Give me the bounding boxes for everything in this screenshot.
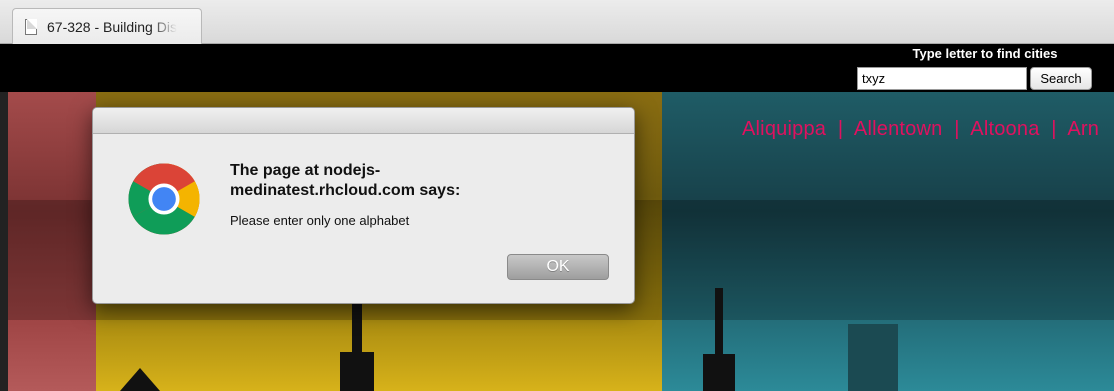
dialog-titlebar [93,108,634,134]
dialog-title: The page at nodejs-medinatest.rhcloud.co… [230,162,461,199]
spire-silhouette [703,354,735,391]
city-links: Aliquippa | Allentown | Altoona | Arn [742,118,1105,141]
spire-silhouette [340,352,374,391]
search-button[interactable]: Search [1030,67,1092,90]
browser-tab-strip: 67-328 - Building Dis [0,0,1114,44]
search-input[interactable] [857,67,1027,90]
page-header: Type letter to find cities Search [0,44,1114,92]
building-silhouette [848,324,898,391]
document-icon [25,18,37,35]
city-separator: | [954,118,960,140]
alert-dialog: The page at nodejs-medinatest.rhcloud.co… [92,107,635,304]
chrome-icon [128,163,200,235]
city-link[interactable]: Altoona [970,118,1039,140]
search-hint: Type letter to find cities [912,46,1058,61]
city-separator: | [1051,118,1057,140]
city-link[interactable]: Arn [1067,118,1099,140]
city-separator: | [837,118,844,140]
city-link[interactable]: Aliquippa [742,118,826,140]
tab-title: 67-328 - Building Dis [47,18,177,35]
browser-tab[interactable]: 67-328 - Building Dis [12,8,202,44]
city-link[interactable]: Allentown [854,118,943,140]
ok-button[interactable]: OK [507,254,609,280]
dialog-message: Please enter only one alphabet [230,213,410,228]
